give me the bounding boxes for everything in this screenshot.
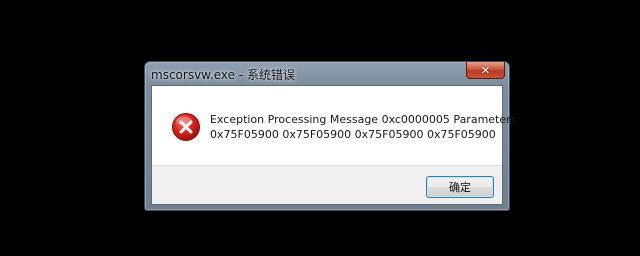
close-button[interactable]: ✕	[466, 62, 505, 79]
message-panel: Exception Processing Message 0xc0000005 …	[152, 86, 517, 165]
ok-button[interactable]: 确定	[426, 176, 494, 198]
title-bar[interactable]: mscorsvw.exe - 系统错误 ✕	[145, 62, 509, 85]
error-message-line-1: Exception Processing Message 0xc0000005 …	[210, 113, 517, 126]
error-message: Exception Processing Message 0xc0000005 …	[210, 112, 517, 142]
error-icon	[172, 113, 200, 141]
window-title: mscorsvw.exe - 系统错误	[151, 68, 295, 82]
error-message-line-2: 0x75F05900 0x75F05900 0x75F05900 0x75F05…	[210, 128, 496, 141]
close-icon: ✕	[480, 63, 491, 77]
dialog-body: Exception Processing Message 0xc0000005 …	[151, 85, 517, 205]
error-dialog: mscorsvw.exe - 系统错误 ✕ Exception Processi…	[144, 61, 517, 211]
button-bar: 确定	[152, 165, 502, 204]
